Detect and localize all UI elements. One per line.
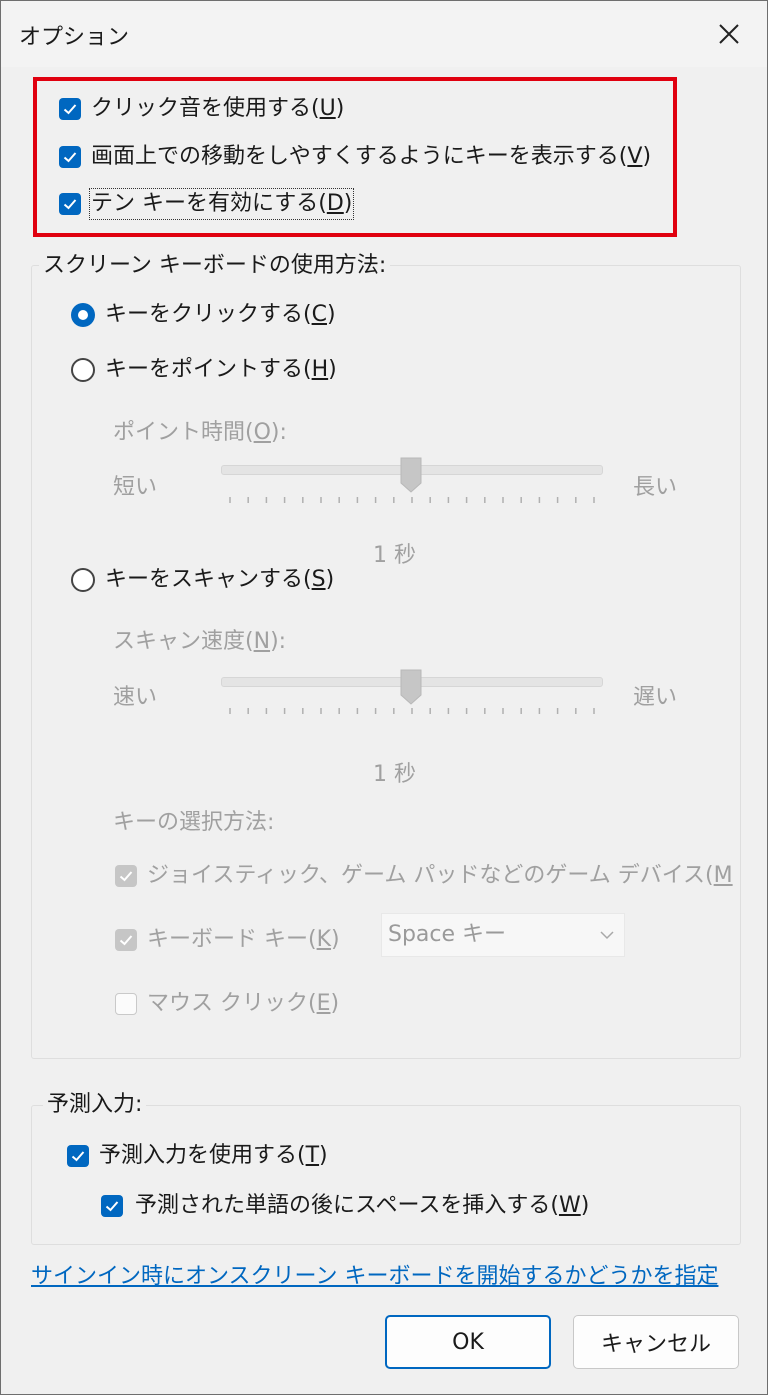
numeric-keypad-checkbox[interactable] [59, 193, 81, 215]
mouse-click-checkbox[interactable] [115, 993, 137, 1015]
title-bar: オプション [1, 1, 767, 67]
slider-ticks [229, 497, 595, 503]
click-keys-radio[interactable] [71, 303, 95, 327]
joystick-label: ジョイスティック、ゲーム パッドなどのゲーム デバイス(M [147, 863, 733, 888]
slider-thumb[interactable] [400, 457, 422, 493]
checkmark-icon [63, 199, 77, 210]
checkmark-icon [119, 935, 133, 946]
window-title: オプション [19, 25, 130, 50]
cancel-button[interactable]: キャンセル [573, 1315, 739, 1369]
select-method-label: キーの選択方法: [113, 810, 275, 835]
point-time-min: 短い [113, 475, 158, 500]
click-sound-label: クリック音を使用する(U) [91, 96, 345, 121]
usage-legend: スクリーン キーボードの使用方法: [39, 252, 391, 280]
signin-startup-link[interactable]: サインイン時にオンスクリーン キーボードを開始するかどうかを指定 [31, 1258, 718, 1290]
joystick-checkbox[interactable] [115, 865, 137, 887]
click-sound-checkbox[interactable] [59, 98, 81, 120]
point-keys-radio[interactable] [71, 358, 95, 382]
prediction-group [31, 1105, 741, 1245]
point-time-value: 1 秒 [373, 543, 416, 568]
use-prediction-label: 予測入力を使用する(T) [99, 1143, 328, 1168]
keyboard-key-checkbox[interactable] [115, 929, 137, 951]
dropdown-value: Space キー [388, 922, 507, 947]
checkmark-icon [63, 104, 77, 115]
options-dialog: オプション クリック音を使用する(U) 画面上での移動をしやすくするようにキーを… [0, 0, 768, 1395]
keyboard-key-dropdown[interactable]: Space キー [381, 913, 625, 957]
slider-thumb[interactable] [400, 669, 422, 705]
show-keys-checkbox[interactable] [59, 146, 81, 168]
slider-ticks [229, 708, 595, 714]
scan-speed-label: スキャン速度(N): [113, 629, 287, 654]
insert-space-label: 予測された単語の後にスペースを挿入する(W) [135, 1193, 590, 1218]
scan-speed-value: 1 秒 [373, 762, 416, 787]
checkmark-icon [119, 871, 133, 882]
checkmark-icon [71, 1151, 85, 1162]
close-icon [719, 24, 739, 44]
prediction-legend: 予測入力: [43, 1091, 147, 1119]
chevron-down-icon [600, 931, 614, 940]
mouse-click-label: マウス クリック(E) [147, 991, 340, 1016]
numeric-keypad-label: テン キーを有効にする(D) [88, 188, 355, 220]
show-keys-label: 画面上での移動をしやすくするようにキーを表示する(V) [91, 144, 652, 169]
close-button[interactable] [701, 11, 757, 57]
click-keys-label: キーをクリックする(C) [105, 302, 336, 327]
keyboard-key-label: キーボード キー(K) [147, 927, 340, 952]
scan-keys-radio[interactable] [71, 568, 95, 592]
scan-speed-min: 速い [113, 685, 158, 710]
point-keys-label: キーをポイントする(H) [105, 357, 337, 382]
use-prediction-checkbox[interactable] [67, 1145, 89, 1167]
insert-space-checkbox[interactable] [101, 1195, 123, 1217]
point-time-max: 長い [633, 475, 678, 500]
scan-speed-max: 遅い [633, 685, 678, 710]
ok-button[interactable]: OK [385, 1315, 551, 1369]
checkmark-icon [105, 1201, 119, 1212]
checkmark-icon [63, 152, 77, 163]
scan-keys-label: キーをスキャンする(S) [105, 567, 335, 592]
point-time-label: ポイント時間(O): [113, 420, 287, 445]
